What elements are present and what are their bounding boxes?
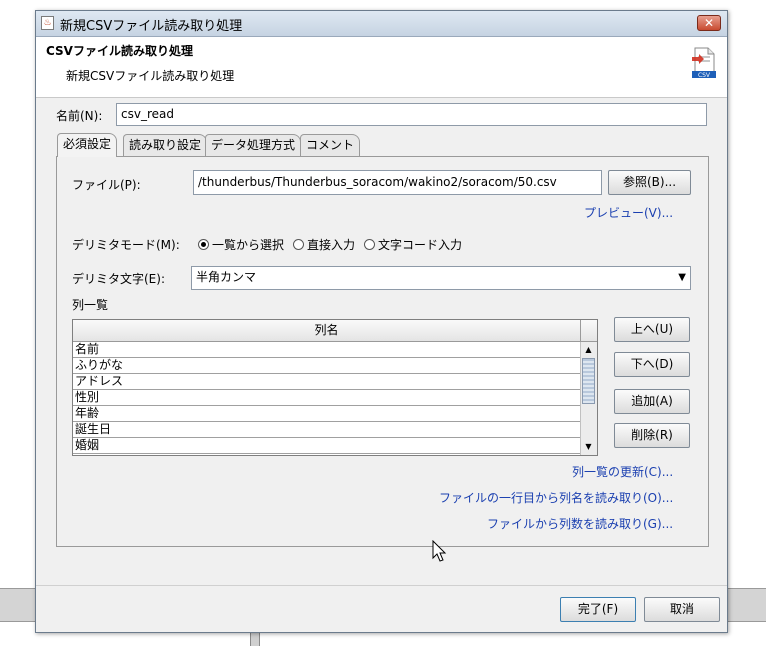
radio-button-selected[interactable] (198, 239, 209, 250)
name-label: 名前(N): (56, 109, 103, 123)
scroll-up-icon[interactable]: ▲ (581, 343, 596, 357)
radio-button[interactable] (364, 239, 375, 250)
csv-file-icon: CSV (692, 47, 716, 79)
table-row[interactable]: ふりがな (73, 358, 581, 374)
column-list-label: 列一覧 (72, 298, 109, 312)
table-rows: 名前 ふりがな アドレス 性別 年齢 誕生日 婚姻 (73, 342, 581, 454)
footer-divider (36, 585, 727, 586)
table-row[interactable]: 名前 (73, 342, 581, 358)
delete-column-button[interactable]: 削除(R) (614, 423, 690, 448)
background-rail (0, 588, 36, 622)
finish-button[interactable]: 完了(F) (560, 597, 636, 622)
header-panel: CSVファイル読み取り処理 新規CSVファイル読み取り処理 CSV (36, 37, 727, 98)
background-post (250, 633, 260, 646)
radio-list-select[interactable]: 一覧から選択 (198, 236, 284, 253)
radio-direct-input[interactable]: 直接入力 (293, 236, 355, 253)
table-header-corner (581, 320, 597, 342)
name-field[interactable]: csv_read (116, 103, 707, 126)
scroll-thumb[interactable] (582, 358, 595, 404)
radio-button[interactable] (293, 239, 304, 250)
radio-char-code[interactable]: 文字コード入力 (364, 236, 462, 253)
read-column-count-link[interactable]: ファイルから列数を読み取り(G)... (487, 515, 673, 532)
chevron-down-icon[interactable]: ▼ (678, 267, 686, 288)
table-row[interactable]: 婚姻 (73, 438, 581, 454)
file-label: ファイル(P): (72, 178, 141, 192)
move-up-button[interactable]: 上へ(U) (614, 317, 690, 342)
refresh-column-list-link[interactable]: 列一覧の更新(C)... (572, 463, 673, 480)
table-row[interactable]: 誕生日 (73, 422, 581, 438)
table-row[interactable]: アドレス (73, 374, 581, 390)
tab-read-settings[interactable]: 読み取り設定 (123, 134, 208, 156)
background-rail (728, 588, 766, 622)
radio-direct-input-label: 直接入力 (307, 238, 356, 252)
header-subtitle: 新規CSVファイル読み取り処理 (66, 69, 235, 83)
table-row[interactable]: 年齢 (73, 406, 581, 422)
mouse-cursor-icon (432, 540, 447, 562)
csv-read-dialog: ♨ 新規CSVファイル読み取り処理 ✕ CSVファイル読み取り処理 新規CSVフ… (35, 10, 728, 633)
title-bar[interactable]: ♨ 新規CSVファイル読み取り処理 ✕ (36, 11, 727, 37)
delimiter-char-label: デリミタ文字(E): (72, 272, 165, 286)
scroll-down-icon[interactable]: ▼ (581, 440, 596, 454)
cancel-button[interactable]: 取消 (644, 597, 720, 622)
table-scrollbar[interactable]: ▲ ▼ (580, 342, 597, 455)
header-title: CSVファイル読み取り処理 (46, 44, 193, 58)
delimiter-char-value: 半角カンマ (196, 270, 257, 284)
radio-list-select-label: 一覧から選択 (212, 238, 285, 252)
add-column-button[interactable]: 追加(A) (614, 389, 690, 414)
tab-comment[interactable]: コメント (300, 134, 361, 156)
column-table: 列名 名前 ふりがな アドレス 性別 年齢 誕生日 婚姻 ▲ ▼ (72, 319, 598, 456)
radio-char-code-label: 文字コード入力 (378, 238, 463, 252)
window-title: 新規CSVファイル読み取り処理 (60, 19, 243, 34)
browse-button[interactable]: 参照(B)... (608, 170, 691, 195)
move-down-button[interactable]: 下へ(D) (614, 352, 690, 377)
csv-icon-text: CSV (698, 72, 711, 79)
tab-data-processing[interactable]: データ処理方式 (205, 134, 302, 156)
tab-required-settings[interactable]: 必須設定 (57, 133, 118, 157)
java-app-icon: ♨ (41, 16, 54, 30)
column-name-header[interactable]: 列名 (73, 320, 581, 342)
file-path-field[interactable]: /thunderbus/Thunderbus_soracom/wakino2/s… (193, 170, 602, 195)
table-row[interactable]: 性別 (73, 390, 581, 406)
close-button[interactable]: ✕ (697, 15, 721, 31)
preview-link[interactable]: プレビュー(V)... (584, 204, 673, 221)
delimiter-char-select[interactable]: 半角カンマ ▼ (191, 266, 691, 290)
read-column-names-link[interactable]: ファイルの一行目から列名を読み取り(O)... (439, 489, 673, 506)
delimiter-mode-label: デリミタモード(M): (72, 238, 180, 252)
